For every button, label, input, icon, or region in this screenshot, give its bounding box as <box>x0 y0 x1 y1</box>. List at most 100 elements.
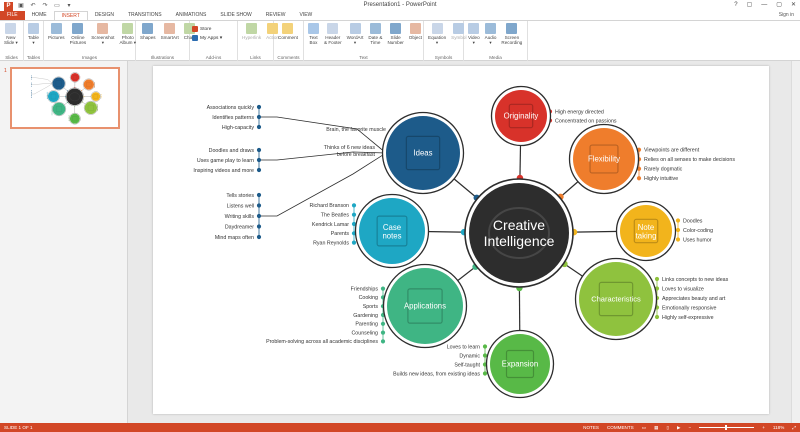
new-slide-icon <box>5 23 17 34</box>
equation-button[interactable]: Equation ▾ <box>426 23 448 45</box>
help-icon[interactable]: ? <box>734 0 737 11</box>
ribbon-group-label: Illustrations <box>150 55 175 60</box>
fit-to-window-icon[interactable]: ⤢ <box>792 423 796 432</box>
ribbon: New Slide ▾ Slides Table ▾ Tables Pictures On… <box>0 20 800 61</box>
applications-leaf-dot <box>51 111 53 113</box>
new-slide-button[interactable]: New Slide ▾ <box>2 23 20 45</box>
store-button[interactable]: Store <box>192 26 235 32</box>
casenotes-leaf-dot <box>351 203 357 208</box>
online-pictures-button[interactable]: Online Pictures <box>68 23 89 45</box>
close-icon[interactable]: ✕ <box>791 0 796 11</box>
applications-leaf-label: Gardening <box>353 313 378 319</box>
workspace: 1 High energy directed Concentrated on pa… <box>0 61 800 423</box>
tab-insert[interactable]: INSERT <box>53 11 88 20</box>
shapes-button[interactable]: Shapes <box>138 23 158 40</box>
flexibility-leaf-dot <box>94 87 96 89</box>
ribbon-group-links: Hyperlink Action Links <box>238 21 279 61</box>
slide-sorter-icon[interactable]: ▦ <box>654 423 658 432</box>
zoom-level[interactable]: 118% <box>773 423 784 432</box>
pictures-button[interactable]: Pictures <box>46 23 67 45</box>
tab-file[interactable]: FILE <box>0 11 25 20</box>
normal-view-icon[interactable]: ▭ <box>642 423 646 432</box>
status-bar-right: NOTES COMMENTS ▭ ▦ ▯ ▶ − + 118% ⤢ <box>583 423 796 432</box>
ideas-leaf-label: Writing skills <box>225 214 255 220</box>
maximize-icon[interactable]: ▢ <box>776 0 782 11</box>
ribbon-button-label: SmartArt <box>160 35 179 40</box>
characteristics-leaf-label: Loves to visualize <box>662 286 704 292</box>
ideas-node-label: Ideas <box>413 149 432 158</box>
characteristics-node-label: Characteristics <box>591 295 641 304</box>
slide-number-button[interactable]: Slide Number <box>385 23 405 45</box>
casenotes-leaf-dot <box>46 91 48 93</box>
hyperlink-icon <box>246 23 258 34</box>
reading-view-icon[interactable]: ▯ <box>666 423 669 432</box>
tab-review[interactable]: REVIEW <box>259 11 293 20</box>
text-box-button[interactable]: Text Box <box>306 23 321 45</box>
slideshow-icon[interactable]: ▶ <box>677 423 681 432</box>
applications-leaf-label: Problem-solving across all academic disc… <box>266 339 378 345</box>
ribbon-group-illustrations: Shapes SmartArt Chart Illustrations <box>136 21 195 61</box>
ideas-dot <box>256 167 262 173</box>
ribbon-buttons: New Slide ▾ <box>2 23 21 45</box>
ribbon-display-icon[interactable]: ▢ <box>747 0 753 11</box>
comments-button[interactable]: COMMENTS <box>607 423 634 432</box>
characteristics-leaf-label: Highly self-expressive <box>662 315 714 321</box>
ribbon-buttons: Pictures Online Pictures Screenshot ▾ Photo… <box>46 23 136 45</box>
ideas-dot <box>256 213 262 219</box>
ideas-dot <box>256 114 262 120</box>
audio-button[interactable]: Audio ▾ <box>483 23 499 45</box>
ribbon-group-symbols: Equation ▾ Symbol Symbols <box>424 21 466 61</box>
ribbon-buttons: Text Box Header & Footer WordArt ▾ Date & T… <box>306 23 424 45</box>
zoom-in-icon[interactable]: + <box>762 423 765 432</box>
sign-in-link[interactable]: Sign in <box>779 11 794 20</box>
tab-transitions[interactable]: TRANSITIONS <box>121 11 169 20</box>
symbol-icon <box>453 23 465 34</box>
notetaking-leaf-dot <box>100 94 102 96</box>
photo-album-button[interactable]: Photo Album ▾ <box>117 23 138 45</box>
ribbon-group-images: Pictures Online Pictures Screenshot ▾ Photo… <box>44 21 136 61</box>
tab-view[interactable]: VIEW <box>293 11 320 20</box>
ideas-dot <box>256 234 262 240</box>
ribbon-group-label: Slides <box>5 55 18 60</box>
my-apps-button[interactable]: My Apps ▾ <box>192 35 235 41</box>
ribbon-button-label: Hyperlink <box>242 35 262 40</box>
ideas-sub-label: before breakfast <box>337 152 376 158</box>
center-title-line1: Creative <box>493 217 545 233</box>
header-footer-button[interactable]: Header & Footer <box>322 23 344 45</box>
casenotes-leaf-label: Parents <box>331 231 350 237</box>
smartart-button[interactable]: SmartArt <box>159 23 181 40</box>
screenshot-button[interactable]: Screenshot ▾ <box>89 23 116 45</box>
tab-design[interactable]: DESIGN <box>88 11 121 20</box>
notetaking-node-icon <box>91 92 101 101</box>
expansion-leaf-dot <box>68 116 70 118</box>
ideas-leaf-label: Mind maps often <box>215 235 254 241</box>
table-button[interactable]: Table ▾ <box>26 23 41 45</box>
video-button[interactable]: Video ▾ <box>466 23 482 45</box>
zoom-out-icon[interactable]: − <box>689 423 692 432</box>
applications-leaf-label: Sports <box>363 304 379 310</box>
ideas-dot <box>256 124 262 130</box>
tab-animations[interactable]: ANIMATIONS <box>169 11 214 20</box>
screenshot-icon <box>97 23 109 34</box>
hyperlink-button[interactable]: Hyperlink <box>240 23 263 40</box>
tab-home[interactable]: HOME <box>25 11 54 20</box>
applications-leaf-dot <box>380 321 386 326</box>
slide-canvas[interactable]: High energy directed Concentrated on pass… <box>153 66 769 414</box>
apps-icon <box>192 35 198 41</box>
screen-recording-button[interactable]: Screen Recording <box>499 23 524 45</box>
tab-slide-show[interactable]: SLIDE SHOW <box>213 11 258 20</box>
flexibility-leaf-dot <box>636 176 642 181</box>
comment-button[interactable]: Comment <box>276 23 300 40</box>
slide-thumbnail[interactable] <box>10 67 120 129</box>
store-icon <box>192 26 198 32</box>
object-button[interactable]: Object <box>407 23 424 45</box>
minimize-icon[interactable]: — <box>761 0 767 11</box>
wordart-button[interactable]: WordArt ▾ <box>345 23 366 45</box>
date-time-button[interactable]: Date & Time <box>366 23 384 45</box>
vertical-scrollbar[interactable] <box>791 61 800 423</box>
object-icon <box>409 23 421 34</box>
notes-button[interactable]: NOTES <box>583 423 599 432</box>
expansion-leaf-label: Loves to learn <box>447 344 480 350</box>
zoom-slider[interactable] <box>699 425 755 430</box>
ideas-dot <box>30 75 32 77</box>
